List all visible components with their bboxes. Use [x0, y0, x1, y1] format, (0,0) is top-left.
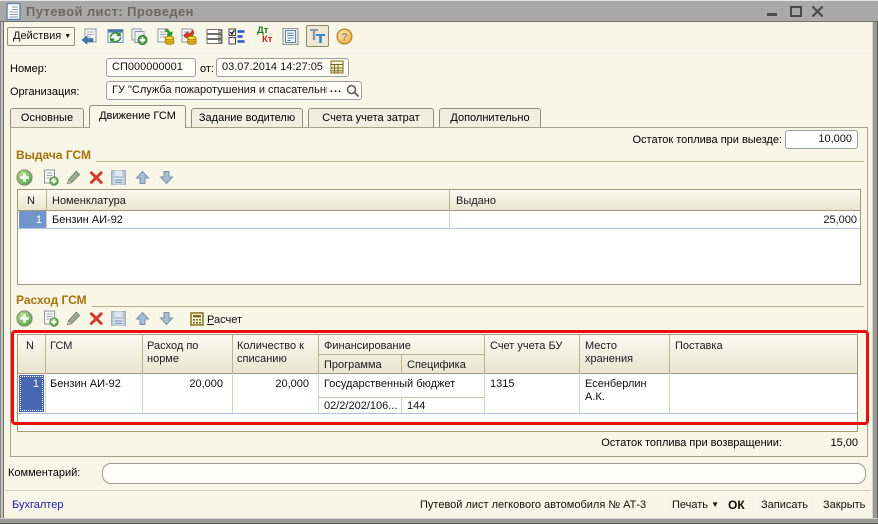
- svg-text:?: ?: [341, 31, 348, 43]
